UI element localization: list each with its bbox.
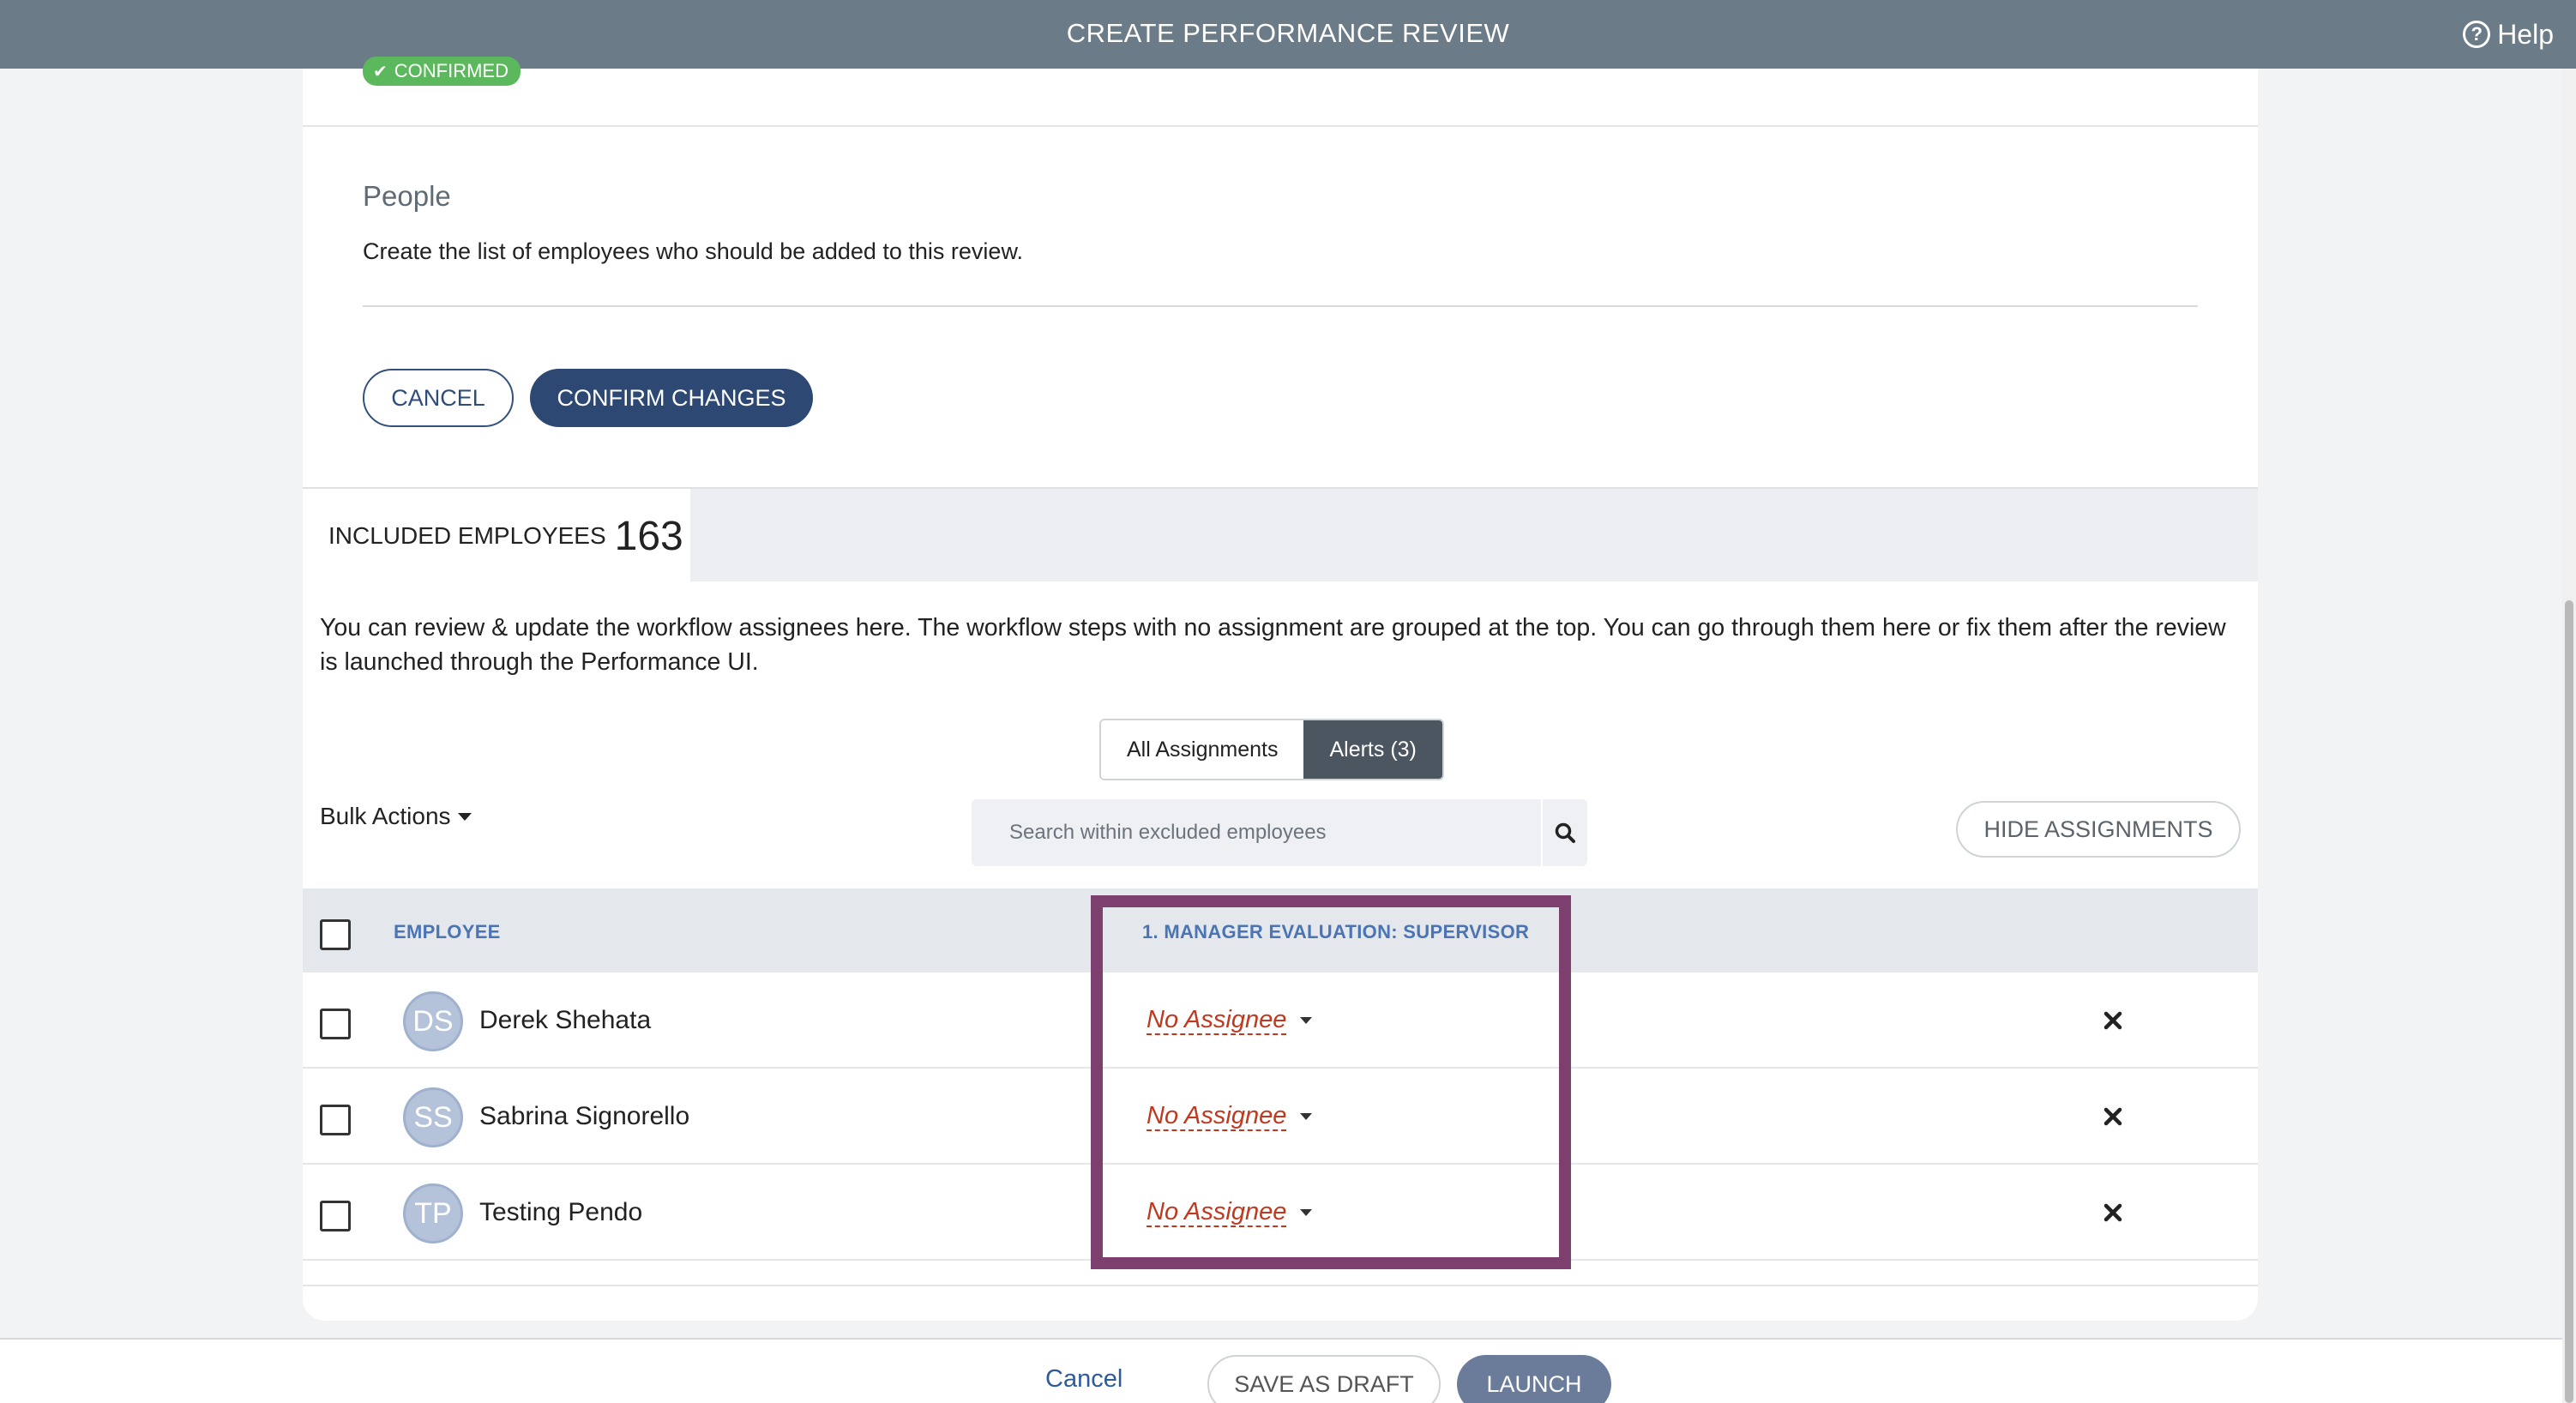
check-icon: ✔ (373, 62, 388, 81)
divider (303, 125, 2258, 127)
avatar: TP (403, 1183, 463, 1243)
assignee-dropdown[interactable]: No Assignee (1147, 972, 1313, 1069)
row-checkbox[interactable] (320, 1105, 351, 1135)
hide-assignments-button[interactable]: HIDE ASSIGNMENTS (1956, 801, 2241, 858)
avatar: DS (403, 991, 463, 1051)
caret-down-icon (1300, 1209, 1313, 1216)
select-all-checkbox[interactable] (320, 919, 351, 950)
close-icon (2104, 1203, 2122, 1222)
scrollbar[interactable] (2562, 69, 2576, 1403)
launch-button[interactable]: LAUNCH (1457, 1355, 1611, 1403)
tab-strip: INCLUDED EMPLOYEES 163 (303, 487, 2258, 583)
cancel-button[interactable]: CANCEL (363, 369, 514, 427)
filter-all-assignments[interactable]: All Assignments (1101, 720, 1304, 779)
assignments-card: You can review & update the workflow ass… (303, 581, 2258, 1321)
caret-down-icon (1300, 1017, 1313, 1024)
search-input[interactable] (972, 799, 1538, 866)
caret-down-icon (1300, 1113, 1313, 1120)
tab-label: INCLUDED EMPLOYEES (328, 522, 606, 549)
status-badge-label: CONFIRMED (394, 60, 509, 81)
employee-name: Testing Pendo (479, 1198, 643, 1226)
tab-count: 163 (614, 513, 683, 559)
assignee-value: No Assignee (1147, 1006, 1287, 1035)
tab-included-employees[interactable]: INCLUDED EMPLOYEES 163 (303, 489, 690, 583)
bulk-actions-label: Bulk Actions (320, 803, 451, 829)
people-card: ✔ CONFIRMED People Create the list of em… (303, 57, 2258, 487)
remove-button[interactable] (2104, 1165, 2122, 1261)
assignee-value: No Assignee (1147, 1102, 1287, 1131)
section-title: People (363, 180, 451, 212)
table-header: EMPLOYEE 1. MANAGER EVALUATION: SUPERVIS… (303, 888, 2258, 972)
employee-name: Derek Shehata (479, 1006, 652, 1034)
column-header-employee: EMPLOYEE (394, 921, 501, 942)
status-badge: ✔ CONFIRMED (363, 57, 521, 86)
close-icon (2104, 1107, 2122, 1126)
assignee-dropdown[interactable]: No Assignee (1147, 1165, 1313, 1261)
filter-alerts[interactable]: Alerts (3) (1303, 720, 1442, 779)
divider (363, 305, 2198, 307)
section-description: Create the list of employees who should … (363, 238, 1023, 264)
remove-button[interactable] (2104, 972, 2122, 1069)
table-row: SS Sabrina Signorello No Assignee (303, 1069, 2258, 1165)
assignee-value: No Assignee (1147, 1198, 1287, 1227)
remove-button[interactable] (2104, 1069, 2122, 1165)
bottom-action-bar: Cancel SAVE AS DRAFT LAUNCH (0, 1338, 2562, 1403)
table-row: TP Testing Pendo No Assignee (303, 1165, 2258, 1261)
row-checkbox[interactable] (320, 1201, 351, 1231)
help-link[interactable]: ? Help (2463, 0, 2554, 69)
assignment-filter: All Assignments Alerts (3) (1099, 719, 1444, 780)
bulk-actions-dropdown[interactable]: Bulk Actions (320, 803, 472, 830)
assignee-dropdown[interactable]: No Assignee (1147, 1069, 1313, 1165)
employee-name: Sabrina Signorello (479, 1102, 690, 1130)
table-footer (303, 1261, 2258, 1286)
avatar: SS (403, 1087, 463, 1147)
close-icon (2104, 1011, 2122, 1030)
table-row: DS Derek Shehata No Assignee (303, 972, 2258, 1069)
row-checkbox[interactable] (320, 1009, 351, 1039)
caret-down-icon (457, 812, 472, 821)
search-button[interactable] (1541, 799, 1587, 866)
search-box (972, 799, 1587, 866)
scrollbar-thumb[interactable] (2565, 600, 2573, 1403)
search-icon (1555, 822, 1575, 843)
intro-text: You can review & update the workflow ass… (320, 614, 2226, 676)
footer-cancel-link[interactable]: Cancel (1045, 1365, 1122, 1394)
confirm-changes-button[interactable]: CONFIRM CHANGES (530, 369, 813, 427)
column-header-manager-evaluation: 1. MANAGER EVALUATION: SUPERVISOR (1142, 921, 1530, 942)
help-label: Help (2497, 18, 2554, 50)
question-circle-icon: ? (2463, 21, 2491, 48)
save-as-draft-button[interactable]: SAVE AS DRAFT (1207, 1355, 1441, 1403)
